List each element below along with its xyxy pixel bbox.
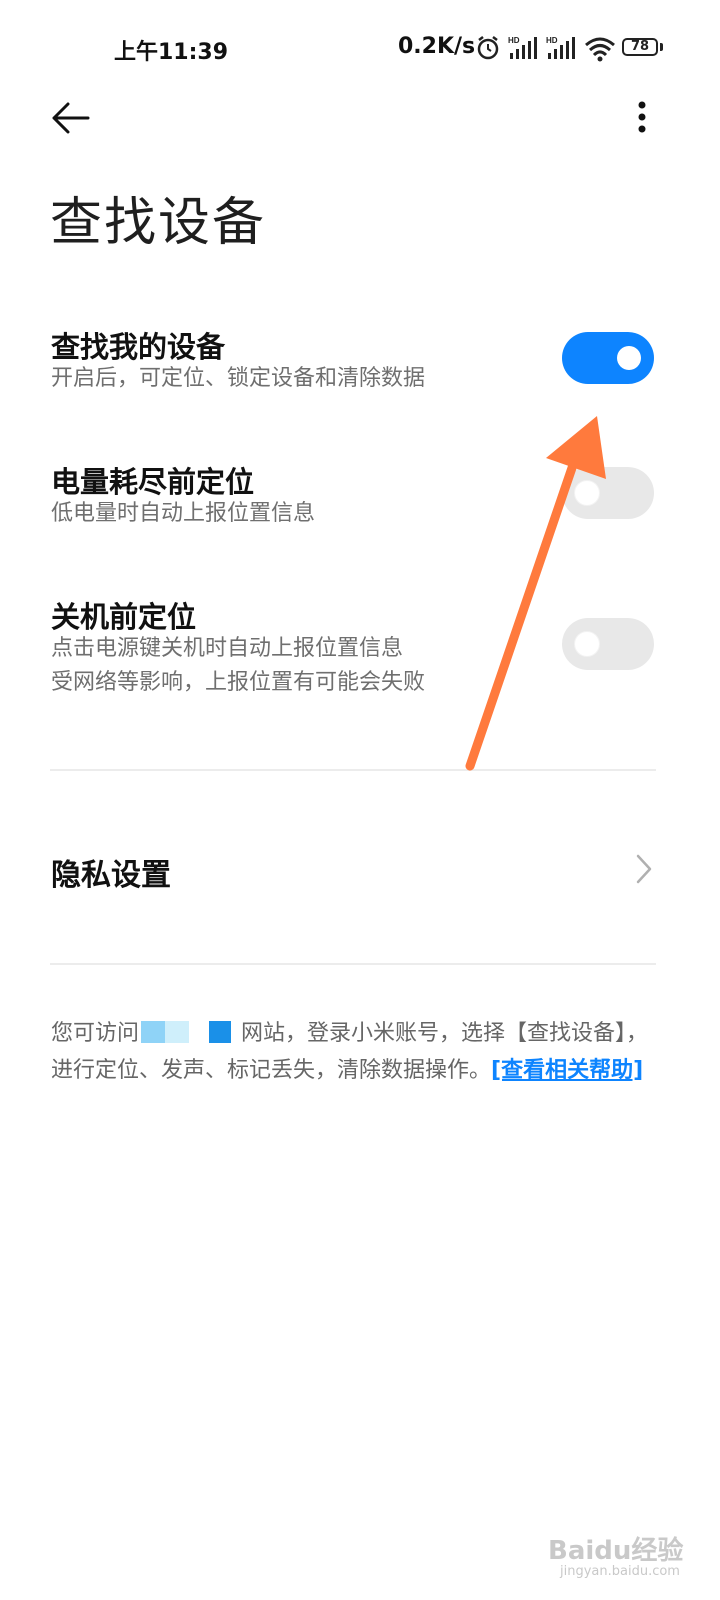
svg-text:HD: HD — [546, 36, 558, 45]
hd-signal-icon: HD — [546, 36, 575, 59]
privacy-settings-label: 隐私设置 — [51, 858, 171, 893]
back-arrow-icon — [52, 102, 90, 134]
shutdown-location-subtitle-2: 受网络等影响，上报位置有可能会失败 — [51, 670, 426, 695]
redacted-block — [209, 1021, 232, 1043]
status-icons: HD HD — [477, 36, 615, 62]
toggle-knob — [575, 481, 599, 505]
wifi-icon — [585, 37, 615, 62]
watermark-logo: Baidu经验 — [548, 1536, 684, 1566]
page-title: 查找设备 — [50, 193, 267, 253]
more-vertical-icon — [638, 101, 646, 133]
find-my-device-toggle[interactable] — [562, 332, 654, 384]
help-note: 您可访问 网站，登录小米账号，选择【查找设备】，进行定位、发声、标记丢失，清除数据… — [51, 1015, 661, 1089]
toggle-knob — [617, 346, 641, 370]
more-options-button[interactable] — [622, 96, 662, 140]
watermark-url: jingyan.baidu.com — [560, 1564, 680, 1579]
find-my-device-subtitle: 开启后，可定位、锁定设备和清除数据 — [51, 366, 426, 391]
status-time: 上午11:39 — [114, 40, 229, 65]
toggle-knob — [575, 632, 599, 656]
battery-cap — [660, 43, 663, 51]
svg-text:HD: HD — [508, 36, 520, 45]
redacted-block — [165, 1021, 190, 1043]
back-button[interactable] — [44, 96, 100, 140]
divider — [50, 963, 656, 965]
find-my-device-title: 查找我的设备 — [51, 330, 226, 364]
redacted-block — [141, 1021, 166, 1043]
low-battery-location-subtitle: 低电量时自动上报位置信息 — [51, 501, 316, 526]
battery-level: 78 — [622, 38, 658, 56]
low-battery-location-toggle[interactable] — [562, 467, 654, 519]
network-speed: 0.2K/s — [398, 34, 476, 59]
low-battery-location-title: 电量耗尽前定位 — [51, 465, 255, 499]
hd-signal-icon: HD — [508, 36, 537, 59]
divider — [50, 769, 656, 771]
shutdown-location-title: 关机前定位 — [51, 600, 197, 634]
help-link[interactable]: [查看相关帮助] — [491, 1058, 643, 1083]
shutdown-location-toggle[interactable] — [562, 618, 654, 670]
shutdown-location-subtitle-1: 点击电源键关机时自动上报位置信息 — [51, 636, 404, 661]
chevron-right-icon — [636, 854, 652, 884]
alarm-icon — [477, 36, 499, 60]
note-text-1: 您可访问 — [51, 1021, 140, 1046]
